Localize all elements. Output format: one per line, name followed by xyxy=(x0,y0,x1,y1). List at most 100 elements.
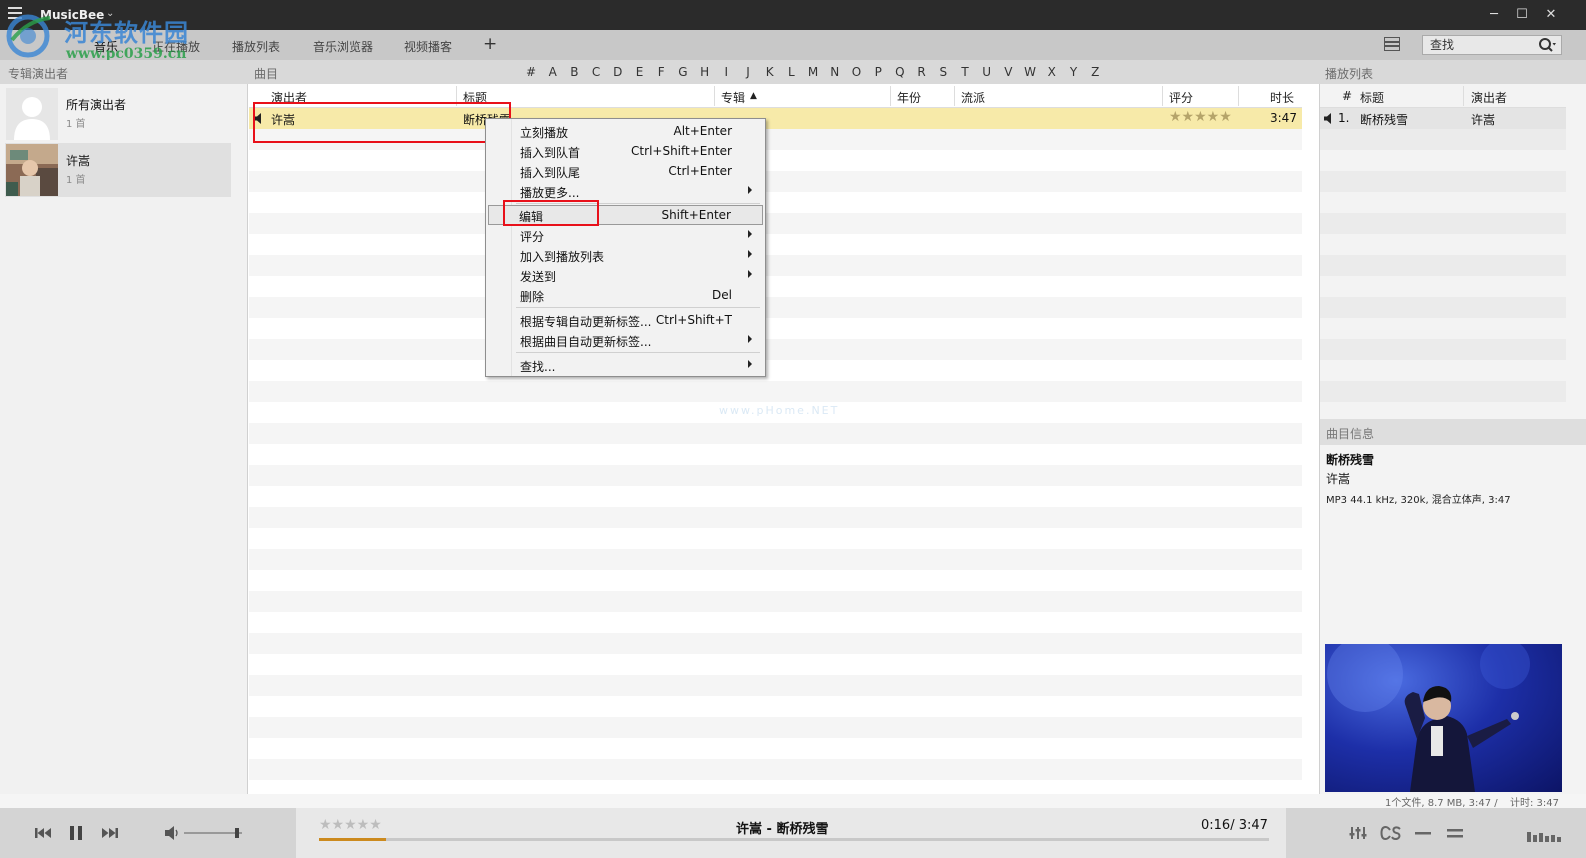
volume-slider[interactable] xyxy=(184,828,242,838)
alphabet-filter-letter[interactable]: N xyxy=(828,65,842,79)
alphabet-filter-letter[interactable]: O xyxy=(850,65,864,79)
alphabet-filter-letter[interactable]: S xyxy=(936,65,950,79)
alphabet-filter-letter[interactable]: W xyxy=(1023,65,1037,79)
alphabet-filter-letter[interactable]: P xyxy=(871,65,885,79)
alphabet-filter-letter[interactable]: E xyxy=(633,65,647,79)
menu-item-send-to[interactable]: 发送到 xyxy=(488,265,763,285)
menu-item-delete[interactable]: 删除 Del xyxy=(488,285,763,305)
alphabet-filter-letter[interactable]: Z xyxy=(1088,65,1102,79)
alphabet-filter-letter[interactable]: C xyxy=(589,65,603,79)
alphabet-filter-letter[interactable]: A xyxy=(546,65,560,79)
track-rating[interactable]: ★★★★★ xyxy=(1169,109,1232,125)
column-header-duration[interactable]: 时长 xyxy=(1270,89,1294,106)
layout-icon[interactable] xyxy=(1384,37,1400,51)
playlist-panel: # 标题 演出者 1. 断桥残雪 许嵩 曲目信息 断桥残雪 许嵩 MP3 44.… xyxy=(1319,84,1586,794)
volume-icon[interactable] xyxy=(164,824,180,842)
alphabet-filter-letter[interactable]: F xyxy=(654,65,668,79)
menu-item-play-more[interactable]: 播放更多... xyxy=(488,181,763,201)
artist-row-xusong[interactable]: 许嵩 1 首 xyxy=(5,143,231,197)
menu-item-autotag-by-track[interactable]: 根据曲目自动更新标签... xyxy=(488,330,763,350)
alphabet-filter-letter[interactable]: Q xyxy=(893,65,907,79)
minus-icon[interactable] xyxy=(1414,824,1432,842)
playlist-column-artist[interactable]: 演出者 xyxy=(1471,89,1507,106)
alphabet-filter-letter[interactable]: I xyxy=(719,65,733,79)
scrobble-icon[interactable] xyxy=(1380,824,1402,842)
equalizer-icon[interactable] xyxy=(1349,824,1367,842)
alphabet-filter-letter[interactable]: U xyxy=(980,65,994,79)
menu-item-autotag-by-album[interactable]: 根据专辑自动更新标签... Ctrl+Shift+T xyxy=(488,310,763,330)
alphabet-filter-letter[interactable]: T xyxy=(958,65,972,79)
column-divider[interactable] xyxy=(1162,86,1163,106)
alphabet-filter-letter[interactable]: J xyxy=(741,65,755,79)
empty-row xyxy=(249,570,1302,591)
menu-item-add-to-playlist[interactable]: 加入到播放列表 xyxy=(488,245,763,265)
menu-item-play-now[interactable]: 立刻播放 Alt+Enter xyxy=(488,121,763,141)
menu-item-label: 插入到队尾 xyxy=(520,166,581,180)
column-divider[interactable] xyxy=(954,86,955,106)
menu-item-queue-last[interactable]: 插入到队尾 Ctrl+Enter xyxy=(488,161,763,181)
column-divider[interactable] xyxy=(1238,86,1239,106)
next-track-icon[interactable] xyxy=(101,824,119,842)
empty-row xyxy=(1320,339,1566,360)
track-info-details: MP3 44.1 kHz, 320k, 混合立体声, 3:47 xyxy=(1326,495,1511,506)
empty-row xyxy=(249,297,1302,318)
alphabet-filter-letter[interactable]: L xyxy=(784,65,798,79)
column-divider[interactable] xyxy=(1463,86,1464,106)
empty-row xyxy=(249,318,1302,339)
alphabet-filter-letter[interactable]: Y xyxy=(1067,65,1081,79)
menu-item-label: 插入到队首 xyxy=(520,146,581,160)
column-header-year[interactable]: 年份 xyxy=(897,89,921,106)
column-header-album[interactable]: 专辑 xyxy=(721,89,745,106)
menu-item-queue-next[interactable]: 插入到队首 Ctrl+Shift+Enter xyxy=(488,141,763,161)
column-header-rating[interactable]: 评分 xyxy=(1169,89,1193,106)
alphabet-filter-letter[interactable]: D xyxy=(611,65,625,79)
alphabet-filter-letter[interactable]: H xyxy=(698,65,712,79)
column-header-genre[interactable]: 流派 xyxy=(961,89,985,106)
playlist-scrollbar[interactable] xyxy=(1566,84,1584,418)
alphabet-filter-letter[interactable]: G xyxy=(676,65,690,79)
playlist-item[interactable]: 1. 断桥残雪 许嵩 xyxy=(1320,108,1566,129)
empty-row xyxy=(1320,129,1566,150)
alphabet-filter-letter[interactable]: K xyxy=(763,65,777,79)
previous-track-icon[interactable] xyxy=(34,824,52,842)
alphabet-filter-letter[interactable]: B xyxy=(567,65,581,79)
alphabet-filter-bar: # A B C D E F G H I J K L M N O P Q R S T U V W X Y Z xyxy=(524,60,1104,84)
alphabet-filter-letter[interactable]: M xyxy=(806,65,820,79)
empty-row xyxy=(249,654,1302,675)
artist-row-all[interactable]: 所有演出者 1 首 xyxy=(5,87,231,141)
empty-row xyxy=(249,444,1302,465)
album-artwork[interactable] xyxy=(1325,644,1562,792)
alphabet-filter-letter[interactable]: R xyxy=(915,65,929,79)
empty-row xyxy=(249,255,1302,276)
playlist-column-title[interactable]: 标题 xyxy=(1360,89,1384,106)
menu-item-rating[interactable]: 评分 xyxy=(488,225,763,245)
section-label-album-artists: 专辑演出者 xyxy=(8,67,69,81)
empty-row xyxy=(249,612,1302,633)
menu-lines-icon[interactable] xyxy=(1446,824,1464,842)
alphabet-filter-letter[interactable]: V xyxy=(1001,65,1015,79)
close-icon[interactable]: ✕ xyxy=(1541,6,1561,24)
menu-item-find[interactable]: 查找... xyxy=(488,355,763,375)
empty-row xyxy=(249,633,1302,654)
playlist-column-number[interactable]: # xyxy=(1342,89,1352,103)
volume-slider-handle[interactable] xyxy=(235,828,240,838)
tab-podcasts[interactable]: 视频播客 xyxy=(404,38,452,55)
column-divider[interactable] xyxy=(714,86,715,106)
empty-row xyxy=(1320,276,1566,297)
maximize-icon[interactable]: ☐ xyxy=(1512,6,1532,24)
now-playing-rating[interactable]: ★★★★★ xyxy=(319,817,382,833)
tab-playlists[interactable]: 播放列表 xyxy=(232,38,280,55)
add-tab-button[interactable]: + xyxy=(483,34,497,54)
visualizer-icon[interactable] xyxy=(1527,828,1561,842)
track-rows: 许嵩 断桥残雪 ★★★★★ 3:47 xyxy=(249,108,1302,794)
playlist-column-headers: # 标题 演出者 xyxy=(1320,84,1566,108)
alphabet-filter-letter[interactable]: # xyxy=(524,65,538,79)
column-divider[interactable] xyxy=(890,86,891,106)
progress-bar[interactable] xyxy=(319,838,1269,841)
tab-music-explorer[interactable]: 音乐浏览器 xyxy=(313,38,373,55)
search-icon[interactable] xyxy=(1537,36,1557,54)
minimize-icon[interactable]: ─ xyxy=(1484,6,1504,24)
alphabet-filter-letter[interactable]: X xyxy=(1045,65,1059,79)
pause-icon[interactable] xyxy=(68,824,84,842)
track-list-scrollbar[interactable] xyxy=(1302,84,1319,794)
